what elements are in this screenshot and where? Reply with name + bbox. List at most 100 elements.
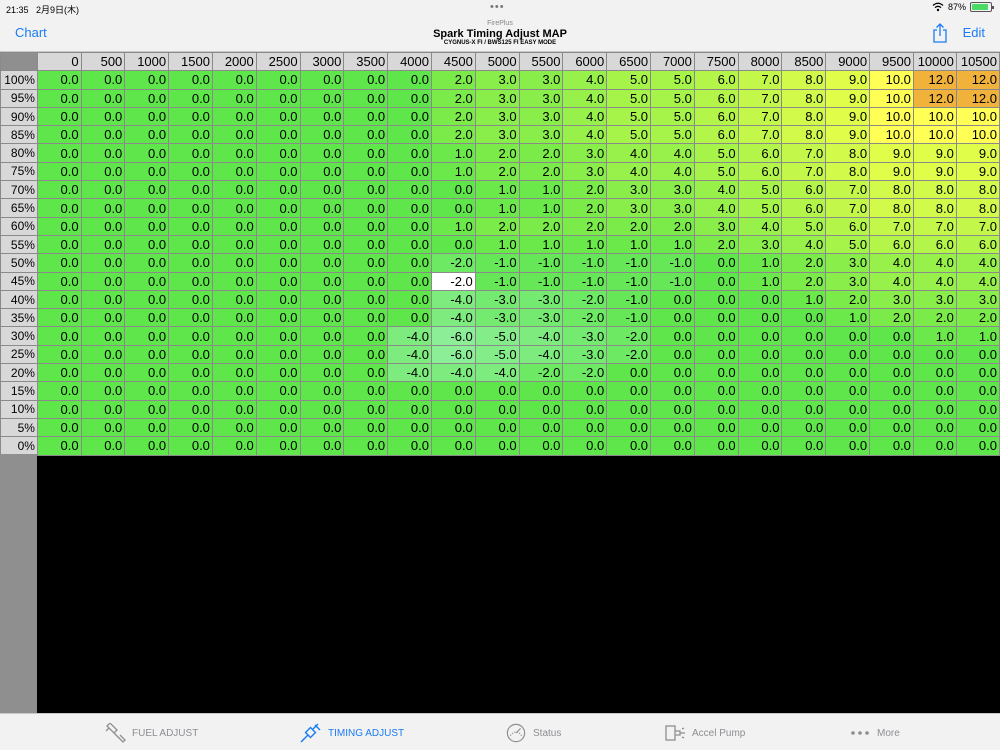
map-cell[interactable]: 5.0 <box>693 161 739 182</box>
map-cell[interactable]: 0.0 <box>255 216 301 236</box>
map-cell[interactable]: 5.0 <box>650 88 695 108</box>
map-cell[interactable]: -3.0 <box>562 344 608 365</box>
map-cell[interactable]: 4.0 <box>912 253 957 273</box>
map-cell[interactable]: 0.0 <box>650 326 695 346</box>
map-cell[interactable]: 7.0 <box>912 216 957 236</box>
map-cell[interactable]: 3.0 <box>518 125 564 145</box>
map-cell[interactable]: 0.0 <box>168 436 213 456</box>
map-cell[interactable]: 0.0 <box>255 253 301 273</box>
map-cell[interactable]: -4.0 <box>387 344 432 365</box>
map-cell[interactable]: 0.0 <box>825 381 871 401</box>
map-cell[interactable]: 0.0 <box>36 344 82 365</box>
map-cell[interactable]: 2.0 <box>562 198 608 218</box>
map-cell[interactable]: 0.0 <box>693 326 739 346</box>
map-cell[interactable]: -3.0 <box>518 308 564 328</box>
map-cell[interactable]: 0.0 <box>80 326 126 346</box>
map-cell[interactable]: 0.0 <box>869 417 914 438</box>
map-cell[interactable]: 0.0 <box>518 381 564 401</box>
map-cell[interactable]: 0.0 <box>255 234 301 255</box>
map-cell[interactable]: 6.0 <box>869 234 914 255</box>
map-cell[interactable]: 6.0 <box>693 125 739 145</box>
map-cell[interactable]: 5.0 <box>606 106 652 127</box>
map-cell[interactable]: 0.0 <box>211 180 257 200</box>
map-cell[interactable]: 0.0 <box>211 106 257 127</box>
map-cell[interactable]: -2.0 <box>562 308 608 328</box>
map-cell[interactable]: 0.0 <box>387 216 432 236</box>
map-cell[interactable]: 0.0 <box>343 308 389 328</box>
map-cell[interactable]: 9.0 <box>825 70 871 90</box>
map-cell[interactable]: 0.0 <box>36 198 82 218</box>
map-cell[interactable]: 0.0 <box>211 198 257 218</box>
map-cell[interactable]: 0.0 <box>211 289 257 310</box>
map-cell[interactable]: 0.0 <box>737 436 783 456</box>
map-cell[interactable]: 0.0 <box>255 344 301 365</box>
map-cell[interactable]: 6.0 <box>955 234 1000 255</box>
map-cell[interactable]: 9.0 <box>912 143 957 163</box>
map-cell[interactable]: 0.0 <box>124 70 170 90</box>
map-cell[interactable]: 0.0 <box>80 70 126 90</box>
map-cell[interactable]: 2.0 <box>781 271 827 291</box>
map-cell[interactable]: 0.0 <box>387 289 432 310</box>
map-cell[interactable]: 0.0 <box>693 271 739 291</box>
map-cell[interactable]: -2.0 <box>518 363 564 383</box>
map-cell[interactable]: 0.0 <box>781 344 827 365</box>
map-cell[interactable]: 0.0 <box>606 436 652 456</box>
map-cell[interactable]: 0.0 <box>211 271 257 291</box>
map-cell[interactable]: 1.0 <box>430 143 476 163</box>
map-cell[interactable]: 8.0 <box>869 198 914 218</box>
map-cell[interactable]: 0.0 <box>825 326 871 346</box>
map-cell[interactable]: 0.0 <box>124 417 170 438</box>
map-cell[interactable]: 3.0 <box>869 289 914 310</box>
map-cell[interactable]: -3.0 <box>518 289 564 310</box>
map-cell[interactable]: -2.0 <box>606 326 652 346</box>
map-cell[interactable]: 0.0 <box>430 417 476 438</box>
map-cell[interactable]: 0.0 <box>781 381 827 401</box>
map-cell[interactable]: 0.0 <box>299 70 345 90</box>
map-cell[interactable]: 0.0 <box>299 363 345 383</box>
map-cell[interactable]: 0.0 <box>168 417 213 438</box>
map-cell[interactable]: 0.0 <box>869 399 914 419</box>
map-cell[interactable]: 0.0 <box>737 326 783 346</box>
map-cell[interactable]: 0.0 <box>606 417 652 438</box>
map-cell[interactable]: 8.0 <box>955 180 1000 200</box>
chart-button[interactable]: Chart <box>15 25 47 40</box>
map-cell[interactable]: 0.0 <box>255 363 301 383</box>
map-cell[interactable]: 0.0 <box>430 436 476 456</box>
map-cell[interactable]: 0.0 <box>36 180 82 200</box>
map-cell[interactable]: 2.0 <box>474 161 520 182</box>
map-cell[interactable]: 0.0 <box>168 234 213 255</box>
map-cell[interactable]: 0.0 <box>168 308 213 328</box>
map-cell[interactable]: 4.0 <box>562 125 608 145</box>
map-cell[interactable]: 0.0 <box>474 417 520 438</box>
map-cell[interactable]: 4.0 <box>869 253 914 273</box>
map-cell[interactable]: 0.0 <box>80 88 126 108</box>
map-cell[interactable]: 3.0 <box>650 180 695 200</box>
map-cell[interactable]: 0.0 <box>955 363 1000 383</box>
map-cell[interactable]: 0.0 <box>124 289 170 310</box>
map-cell[interactable]: 0.0 <box>299 216 345 236</box>
map-cell[interactable]: -1.0 <box>650 253 695 273</box>
map-cell[interactable]: 0.0 <box>299 125 345 145</box>
map-cell[interactable]: 0.0 <box>343 198 389 218</box>
map-cell[interactable]: 6.0 <box>693 70 739 90</box>
map-cell[interactable]: -2.0 <box>562 363 608 383</box>
map-cell[interactable]: 3.0 <box>693 216 739 236</box>
map-cell[interactable]: 7.0 <box>781 143 827 163</box>
map-cell[interactable]: 1.0 <box>606 234 652 255</box>
map-cell[interactable]: 0.0 <box>912 344 957 365</box>
map-cell[interactable]: 0.0 <box>36 381 82 401</box>
map-cell[interactable]: -1.0 <box>562 271 608 291</box>
map-cell[interactable]: 1.0 <box>825 308 871 328</box>
map-cell[interactable]: -1.0 <box>562 253 608 273</box>
map-cell[interactable]: 0.0 <box>562 417 608 438</box>
map-cell[interactable]: 2.0 <box>518 216 564 236</box>
map-cell[interactable]: 0.0 <box>36 70 82 90</box>
map-cell[interactable]: 1.0 <box>518 180 564 200</box>
map-cell[interactable]: 2.0 <box>474 216 520 236</box>
map-cell[interactable]: 0.0 <box>781 417 827 438</box>
map-cell[interactable]: 0.0 <box>36 88 82 108</box>
map-cell[interactable]: 0.0 <box>36 363 82 383</box>
map-cell[interactable]: 0.0 <box>518 417 564 438</box>
map-cell[interactable]: 1.0 <box>955 326 1000 346</box>
map-cell[interactable]: 0.0 <box>650 417 695 438</box>
